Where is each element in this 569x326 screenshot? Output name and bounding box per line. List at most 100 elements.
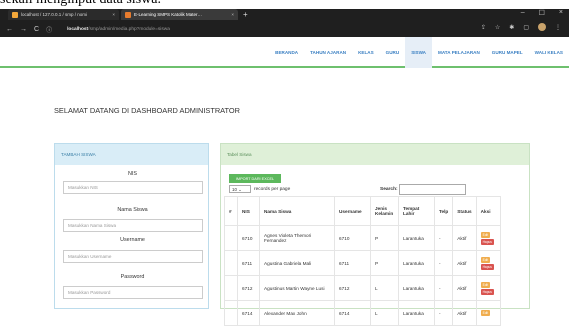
extensions-icon[interactable]: ✱ (509, 24, 514, 31)
top-navigation: BERANDA TAHUN AJARAN KELAS GURU SISWA MA… (0, 37, 569, 68)
delete-button[interactable]: Hapus (480, 263, 494, 270)
browser-toolbar-icons: ⇪ ☆ ✱ ▢ ⋮ (481, 23, 561, 31)
nav-wali-kelas[interactable]: WALI KELAS (529, 37, 569, 68)
col-status[interactable]: Status (452, 196, 477, 226)
browser-chrome: localhost / 127.0.0.1 / smp / nomi × E-L… (0, 9, 569, 37)
cell-actions: Edit Hapus (475, 275, 501, 301)
table-row: 6711 Agustina Gabriela Mali 6711 P Laran… (224, 250, 501, 276)
tab-title: E-Learning SMPS Katolik Mater… (134, 12, 203, 17)
page-length-control: 10 ⌄ records per page (229, 185, 290, 193)
delete-button[interactable]: Hapus (480, 238, 494, 245)
cell-telp: - (433, 300, 454, 326)
cell-nis: 6711 (237, 250, 260, 276)
cell-nama: Agustina Gabriela Mali (259, 250, 335, 276)
cell-status: Aktif (452, 275, 477, 301)
elearning-favicon-icon (125, 11, 131, 18)
table-row: 6712 Agustinus Martin Wayne Lusi 6712 L … (224, 275, 501, 301)
nav-guru[interactable]: GURU (380, 37, 406, 68)
nav-kelas[interactable]: KELAS (352, 37, 380, 68)
menu-icon[interactable]: ⋮ (555, 24, 561, 31)
side-panel-icon[interactable]: ▢ (523, 24, 529, 31)
search-label: Search: (380, 187, 398, 192)
share-icon[interactable]: ⇪ (481, 24, 486, 31)
new-tab-button[interactable]: + (243, 10, 248, 19)
delete-button[interactable]: Hapus (480, 288, 494, 295)
table-row: 6714 Alexander Max John 6714 L Larantuka… (224, 300, 501, 326)
import-excel-button[interactable]: IMPORT DARI EXCEL (229, 174, 281, 183)
cell-jk: L (370, 275, 399, 301)
username-label: Username (120, 237, 145, 243)
tab-title: localhost / 127.0.0.1 / smp / nomi (21, 12, 88, 17)
maximize-icon[interactable]: ☐ (539, 9, 545, 17)
page-length-select[interactable]: 10 ⌄ (229, 185, 251, 193)
document-top-strip: sekali menginput data siswa. (0, 0, 569, 9)
nis-field[interactable]: Masukkan NIS (63, 181, 203, 194)
col-tempat-lahir[interactable]: Tempat Lahir (398, 196, 435, 226)
tab-close-icon[interactable]: × (231, 12, 234, 17)
tab-phpmyadmin[interactable]: localhost / 127.0.0.1 / smp / nomi × (8, 9, 119, 20)
phpmyadmin-favicon-icon (12, 11, 18, 18)
cell-tempat: Larantuka (398, 275, 435, 301)
col-jenis-kelamin[interactable]: Jenis Kelamin (370, 196, 399, 226)
table-row: 6710 Agnes Violeta Themori Fernandez 671… (224, 225, 501, 251)
reload-icon[interactable]: C (34, 26, 39, 33)
nav-beranda[interactable]: BERANDA (269, 37, 304, 68)
tab-elearning[interactable]: E-Learning SMPS Katolik Mater… × (121, 9, 238, 20)
nav-siswa[interactable]: SISWA (405, 37, 432, 68)
cell-username: 6714 (334, 300, 371, 326)
url-field[interactable]: localhost/smp/admin/media.php?module=sis… (67, 27, 170, 32)
page-title: SELAMAT DATANG DI DASHBOARD ADMINISTRATO… (54, 106, 241, 115)
cell-tempat: Larantuka (398, 250, 435, 276)
search-input[interactable] (398, 184, 466, 195)
bookmark-star-icon[interactable]: ☆ (495, 24, 500, 31)
cell-username: 6710 (334, 225, 371, 251)
tab-close-icon[interactable]: × (112, 12, 115, 17)
cell-status: Aktif (452, 250, 477, 276)
cell-nis: 6710 (237, 225, 260, 251)
cell-actions: Edit Hapus (475, 225, 501, 251)
nav-guru-mapel[interactable]: GURU MAPEL (486, 37, 529, 68)
cell-actions: Edit Hapus (475, 250, 501, 276)
col-telp[interactable]: Telp (433, 196, 454, 226)
minimize-icon[interactable]: – (521, 9, 525, 17)
col-number[interactable]: # (224, 196, 238, 226)
password-field[interactable]: Masukkan Password (63, 286, 203, 299)
profile-avatar[interactable] (538, 23, 546, 31)
cell-username: 6712 (334, 275, 371, 301)
forward-icon[interactable]: → (20, 26, 27, 33)
nama-field[interactable]: Masukkan Nama Siswa (63, 219, 203, 232)
cell-tempat: Larantuka (398, 300, 435, 326)
nav-links: BERANDA TAHUN AJARAN KELAS GURU SISWA MA… (269, 37, 569, 68)
col-nama[interactable]: Nama Siswa (259, 196, 335, 226)
page-length-value: 10 (232, 187, 237, 192)
back-icon[interactable]: ← (6, 26, 13, 33)
nav-tahun-ajaran[interactable]: TAHUN AJARAN (304, 37, 352, 68)
page-length-label: records per page (254, 186, 291, 192)
table-header-row: # NIS Nama Siswa Username Jenis Kelamin … (224, 196, 501, 226)
edit-button[interactable]: Edit (480, 231, 491, 238)
cell-nis: 6714 (237, 300, 260, 326)
cell-username: 6711 (334, 250, 371, 276)
url-host: localhost (67, 26, 89, 32)
close-window-icon[interactable]: × (559, 9, 563, 17)
col-aksi: Aksi (475, 196, 501, 226)
edit-button[interactable]: Edit (480, 310, 491, 316)
edit-button[interactable]: Edit (480, 256, 491, 263)
table-search: Search: (380, 184, 466, 195)
cell-jk: P (370, 225, 399, 251)
cell-nis: 6712 (237, 275, 260, 301)
panel-heading: Tabel Siswa (221, 144, 529, 165)
password-label: Password (120, 274, 145, 280)
site-info-icon[interactable]: ⓘ (46, 25, 52, 34)
student-table: # NIS Nama Siswa Username Jenis Kelamin … (224, 196, 501, 326)
panel-heading: TAMBAH SISWA (55, 144, 208, 165)
add-student-panel: TAMBAH SISWA NIS Masukkan NIS Nama Siswa… (54, 143, 209, 309)
chevron-down-icon: ⌄ (238, 187, 242, 192)
cell-nama: Agustinus Martin Wayne Lusi (259, 275, 335, 301)
username-field[interactable]: Masukkan Username (63, 250, 203, 263)
nav-mata-pelajaran[interactable]: MATA PELAJARAN (432, 37, 486, 68)
col-nis[interactable]: NIS (237, 196, 260, 226)
col-username[interactable]: Username (334, 196, 371, 226)
cell-telp: - (433, 250, 454, 276)
edit-button[interactable]: Edit (480, 281, 491, 288)
